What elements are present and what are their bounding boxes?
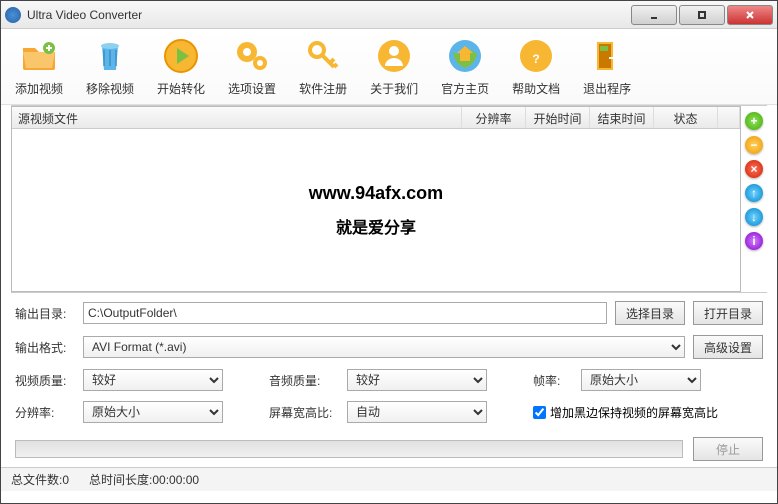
homepage-button[interactable]: 官方主页 — [441, 36, 489, 97]
status-duration: 总时间长度:00:00:00 — [89, 471, 199, 488]
window-title: Ultra Video Converter — [27, 8, 629, 22]
exit-door-icon — [587, 36, 627, 76]
about-button[interactable]: 关于我们 — [370, 36, 418, 97]
side-remove-button[interactable]: − — [745, 136, 763, 154]
help-label: 帮助文档 — [512, 80, 560, 97]
aspect-label: 屏幕宽高比: — [269, 404, 339, 421]
key-icon — [303, 36, 343, 76]
video-table[interactable]: 源视频文件 分辨率 开始时间 结束时间 状态 www.94afx.com 就是爱… — [11, 106, 741, 292]
side-up-button[interactable]: ↑ — [745, 184, 763, 202]
exit-button[interactable]: 退出程序 — [583, 36, 631, 97]
play-icon — [161, 36, 201, 76]
outfmt-select[interactable]: AVI Format (*.avi) — [83, 336, 685, 358]
user-icon — [374, 36, 414, 76]
open-folder-button[interactable]: 打开目录 — [693, 301, 763, 325]
add-video-button[interactable]: 添加视频 — [15, 36, 63, 97]
watermark-text: 就是爱分享 — [336, 214, 416, 238]
progress-bar — [15, 440, 683, 458]
start-convert-button[interactable]: 开始转化 — [157, 36, 205, 97]
padding-checkbox[interactable] — [533, 406, 546, 419]
side-add-button[interactable]: + — [745, 112, 763, 130]
remove-video-button[interactable]: 移除视频 — [86, 36, 134, 97]
svg-text:?: ? — [532, 52, 539, 66]
status-filecount: 总文件数:0 — [11, 471, 69, 488]
exit-label: 退出程序 — [583, 80, 631, 97]
minimize-button[interactable] — [631, 5, 677, 25]
register-button[interactable]: 软件注册 — [299, 36, 347, 97]
watermark-url: www.94afx.com — [309, 183, 443, 204]
padding-checkbox-label[interactable]: 增加黑边保持视频的屏幕宽高比 — [533, 404, 718, 421]
folder-add-icon — [19, 36, 59, 76]
options-button[interactable]: 选项设置 — [228, 36, 276, 97]
options-label: 选项设置 — [228, 80, 276, 97]
about-label: 关于我们 — [370, 80, 418, 97]
start-convert-label: 开始转化 — [157, 80, 205, 97]
col-start-time[interactable]: 开始时间 — [526, 107, 590, 128]
res-select[interactable]: 原始大小 — [83, 401, 223, 423]
col-status[interactable]: 状态 — [654, 107, 718, 128]
outdir-label: 输出目录: — [15, 305, 75, 322]
vquality-label: 视频质量: — [15, 372, 75, 389]
remove-video-label: 移除视频 — [86, 80, 134, 97]
fps-label: 帧率: — [533, 372, 573, 389]
aspect-select[interactable]: 自动 — [347, 401, 487, 423]
help-icon: ? — [516, 36, 556, 76]
aquality-select[interactable]: 较好 — [347, 369, 487, 391]
browse-button[interactable]: 选择目录 — [615, 301, 685, 325]
side-delete-button[interactable]: × — [745, 160, 763, 178]
fps-select[interactable]: 原始大小 — [581, 369, 701, 391]
outfmt-label: 输出格式: — [15, 339, 75, 356]
gear-icon — [232, 36, 272, 76]
res-label: 分辨率: — [15, 404, 75, 421]
col-resolution[interactable]: 分辨率 — [462, 107, 526, 128]
col-end-time[interactable]: 结束时间 — [590, 107, 654, 128]
aquality-label: 音频质量: — [269, 372, 339, 389]
app-icon — [5, 7, 21, 23]
col-spacer — [718, 107, 740, 128]
register-label: 软件注册 — [299, 80, 347, 97]
globe-home-icon — [445, 36, 485, 76]
padding-text: 增加黑边保持视频的屏幕宽高比 — [550, 404, 718, 421]
help-button[interactable]: ? 帮助文档 — [512, 36, 560, 97]
col-source[interactable]: 源视频文件 — [12, 107, 462, 128]
trash-icon — [90, 36, 130, 76]
maximize-button[interactable] — [679, 5, 725, 25]
homepage-label: 官方主页 — [441, 80, 489, 97]
side-info-button[interactable]: i — [745, 232, 763, 250]
side-down-button[interactable]: ↓ — [745, 208, 763, 226]
table-body[interactable]: www.94afx.com 就是爱分享 — [12, 129, 740, 291]
close-button[interactable] — [727, 5, 773, 25]
outdir-input[interactable] — [83, 302, 607, 324]
add-video-label: 添加视频 — [15, 80, 63, 97]
advanced-button[interactable]: 高级设置 — [693, 335, 763, 359]
vquality-select[interactable]: 较好 — [83, 369, 223, 391]
stop-button[interactable]: 停止 — [693, 437, 763, 461]
